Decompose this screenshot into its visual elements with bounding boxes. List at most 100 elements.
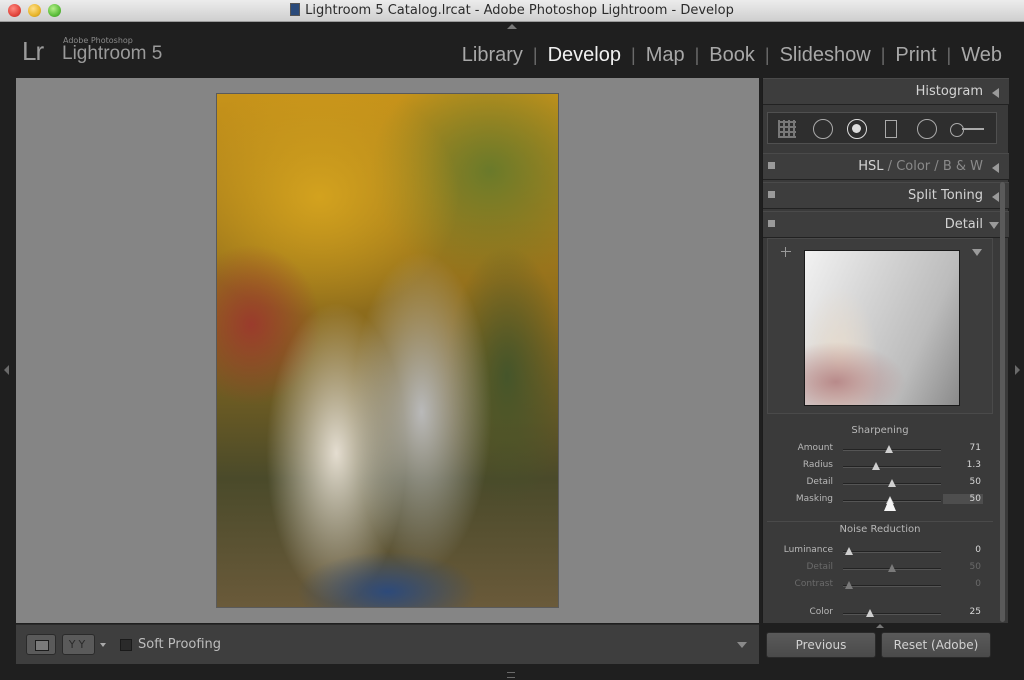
sharpening-radius-slider[interactable]: Radius 1.3: [767, 458, 993, 474]
slider-thumb[interactable]: [844, 547, 853, 555]
slider-track[interactable]: [843, 613, 941, 615]
slider-thumb[interactable]: [885, 445, 894, 453]
photo-preview[interactable]: [216, 93, 559, 608]
window-title: Lightroom 5 Catalog.lrcat - Adobe Photos…: [0, 3, 1024, 18]
module-library[interactable]: Library: [452, 44, 533, 67]
soft-proofing-checkbox[interactable]: [120, 639, 132, 651]
sharpening-amount-slider[interactable]: Amount 71: [767, 441, 993, 457]
detail-title: Detail: [944, 217, 983, 232]
slider-label: Detail: [806, 562, 833, 572]
module-map[interactable]: Map: [636, 44, 695, 67]
slider-label: Luminance: [783, 545, 833, 555]
collapse-triangle-icon: [992, 192, 999, 202]
slider-track[interactable]: [843, 585, 941, 587]
identity-plate-header: Lr Adobe Photoshop Lightroom 5 Library | D…: [0, 22, 1024, 76]
module-picker: Library | Develop | Map | Book | Slideshow | Print…: [452, 44, 1012, 67]
color-tab[interactable]: Color: [896, 159, 930, 174]
graduated-filter-icon[interactable]: [885, 120, 897, 138]
hsl-tab[interactable]: HSL: [858, 159, 883, 174]
split-toning-title: Split Toning: [908, 188, 983, 203]
expand-triangle-icon: [989, 222, 999, 229]
slider-value[interactable]: 71: [941, 443, 981, 453]
slider-value[interactable]: 50: [943, 494, 983, 504]
sharpening-title: Sharpening: [851, 425, 909, 436]
right-panel-toggle-icon[interactable]: [1015, 365, 1020, 375]
panel-toggle-switch[interactable]: [768, 191, 775, 198]
before-after-dropdown-icon[interactable]: [100, 643, 106, 647]
slider-thumb[interactable]: [872, 462, 881, 470]
histogram-title: Histogram: [915, 84, 983, 99]
mouse-pointer-icon: [884, 497, 896, 511]
slider-value[interactable]: 0: [941, 579, 981, 589]
slider-value[interactable]: 1.3: [941, 460, 981, 470]
noise-luminance-slider[interactable]: Luminance 0: [767, 543, 993, 559]
adjustment-brush-icon[interactable]: [950, 123, 986, 137]
panel-toggle-switch[interactable]: [768, 162, 775, 169]
module-print[interactable]: Print: [885, 44, 946, 67]
module-develop[interactable]: Develop: [538, 44, 631, 67]
module-book[interactable]: Book: [699, 44, 765, 67]
slider-value[interactable]: 0: [941, 545, 981, 555]
detail-zoom-preview[interactable]: [804, 250, 960, 406]
slider-thumb[interactable]: [888, 564, 896, 572]
slider-value[interactable]: 50: [941, 477, 981, 487]
lightroom-logo: Lr: [22, 36, 44, 66]
collapse-triangle-icon: [992, 163, 999, 173]
module-slideshow[interactable]: Slideshow: [770, 44, 881, 67]
toolbar-menu-icon[interactable]: [737, 642, 747, 648]
slider-label: Amount: [797, 443, 833, 453]
split-toning-panel-header[interactable]: Split Toning: [763, 182, 1009, 209]
soft-proofing-label: Soft Proofing: [138, 637, 222, 652]
hsl-title: HSL / Color / B & W: [858, 159, 983, 174]
slider-thumb[interactable]: [888, 479, 896, 487]
crop-overlay-icon[interactable]: [778, 120, 796, 138]
noise-contrast-slider[interactable]: Contrast 0: [767, 577, 993, 593]
detail-panel-header[interactable]: Detail: [763, 211, 1009, 238]
right-panel-scrollbar[interactable]: [1000, 182, 1005, 622]
collapse-triangle-icon: [992, 88, 999, 98]
window-titlebar: Lightroom 5 Catalog.lrcat - Adobe Photos…: [0, 0, 1024, 22]
slider-value[interactable]: 50: [941, 562, 981, 572]
identity-name: Lightroom 5: [62, 43, 163, 64]
slider-track[interactable]: [843, 466, 941, 468]
target-crosshair-icon[interactable]: [781, 247, 791, 257]
bw-tab[interactable]: B & W: [943, 159, 983, 174]
document-icon: [290, 3, 301, 16]
top-panel-toggle-icon[interactable]: [507, 24, 517, 29]
noise-detail-slider[interactable]: Detail 50: [767, 560, 993, 576]
sharpening-masking-slider[interactable]: Masking 50: [767, 492, 993, 508]
radial-filter-icon[interactable]: [917, 119, 937, 139]
slider-value[interactable]: 25: [941, 607, 981, 617]
preview-menu-icon[interactable]: [972, 249, 982, 256]
red-eye-correction-icon[interactable]: [847, 119, 867, 139]
reset-adobe-button[interactable]: Reset (Adobe): [881, 632, 991, 658]
left-panel-toggle-icon[interactable]: [4, 365, 9, 375]
noise-reduction-section: Noise Reduction Luminance 0 Detail 50 Contra…: [767, 521, 993, 621]
slider-label: Contrast: [794, 579, 833, 589]
previous-button[interactable]: Previous: [766, 632, 876, 658]
panel-end-marker-icon: [876, 624, 884, 628]
module-web[interactable]: Web: [951, 44, 1012, 67]
panel-toggle-switch[interactable]: [768, 220, 775, 227]
histogram-panel-header[interactable]: Histogram: [763, 78, 1009, 105]
hsl-panel-header[interactable]: HSL / Color / B & W: [763, 153, 1009, 180]
noise-reduction-title: Noise Reduction: [839, 524, 921, 535]
slider-label: Detail: [806, 477, 833, 487]
slider-thumb[interactable]: [844, 581, 853, 589]
sharpening-detail-slider[interactable]: Detail 50: [767, 475, 993, 491]
image-canvas[interactable]: [16, 78, 759, 623]
slider-label: Masking: [795, 494, 833, 504]
slider-label: Radius: [802, 460, 833, 470]
filmstrip-toggle-icon[interactable]: [507, 672, 515, 678]
slider-label: Color: [809, 607, 834, 617]
sharpening-section: Sharpening Amount 71 Radius 1.3 Detail 50 Mask…: [767, 423, 993, 515]
before-after-button[interactable]: YY: [62, 634, 95, 655]
slider-track[interactable]: [843, 551, 941, 553]
spot-removal-icon[interactable]: [813, 119, 833, 139]
right-panel: Histogram HSL / Color / B & W Split Toni…: [762, 78, 1009, 623]
noise-color-slider[interactable]: Color 25: [767, 605, 993, 621]
detail-preview-box: [767, 238, 993, 414]
slider-thumb[interactable]: [866, 609, 875, 617]
develop-toolbar: YY Soft Proofing: [16, 624, 759, 664]
loupe-view-button[interactable]: [26, 634, 56, 655]
